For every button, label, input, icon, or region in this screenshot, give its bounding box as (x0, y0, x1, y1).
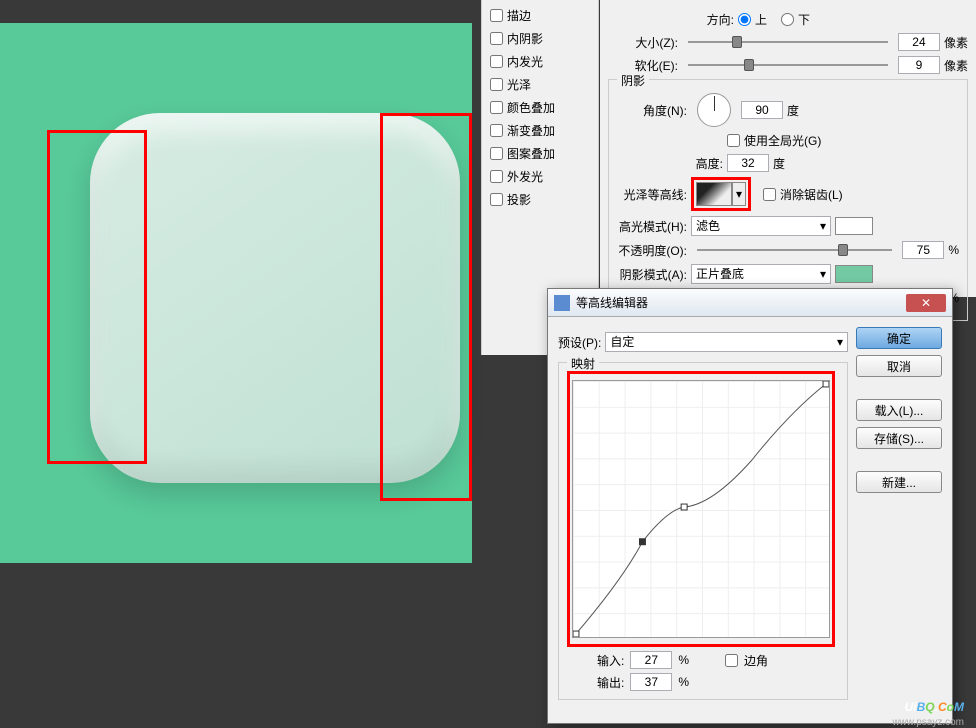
annotation-right (380, 113, 472, 501)
direction-up-radio[interactable] (738, 13, 751, 26)
angle-label: 角度(N): (617, 102, 687, 119)
deg-label: 度 (787, 102, 799, 119)
altitude-label: 高度: (673, 155, 723, 172)
deg-label: 度 (773, 155, 785, 172)
pct-label: % (948, 243, 959, 257)
contour-editor-dialog: 等高线编辑器 ✕ 预设(P): 自定 映射 (547, 288, 953, 724)
checkbox[interactable] (490, 32, 503, 45)
label: 颜色叠加 (507, 99, 555, 116)
highlight-mode-label: 高光模式(H): (617, 218, 687, 235)
size-value[interactable]: 24 (898, 33, 940, 51)
mapping-fieldset: 映射 输入: 27 (558, 362, 848, 700)
label: 描边 (507, 7, 531, 24)
soften-label: 软化(E): (608, 57, 678, 74)
label: 渐变叠加 (507, 122, 555, 139)
pct-label: % (678, 653, 689, 667)
global-light-checkbox[interactable] (727, 134, 740, 147)
highlight-color-swatch[interactable] (835, 217, 873, 235)
highlight-mode-select[interactable]: 滤色 (691, 216, 831, 236)
label: 内阴影 (507, 30, 543, 47)
soften-value[interactable]: 9 (898, 56, 940, 74)
h-opacity-value[interactable]: 75 (902, 241, 944, 259)
h-opacity-slider[interactable] (697, 242, 892, 258)
checkbox[interactable] (490, 170, 503, 183)
antialias-checkbox[interactable] (763, 188, 776, 201)
effect-drop-shadow[interactable]: 投影 (488, 188, 592, 211)
preset-label: 预设(P): (558, 334, 601, 351)
shadow-fieldset: 阴影 角度(N): 90 度 使用全局光(G) 高度: 32 度 光泽等高线: … (608, 79, 968, 321)
soften-slider[interactable] (688, 57, 888, 73)
output-label: 输出: (597, 674, 624, 691)
pct-label: % (678, 675, 689, 689)
effect-pattern-overlay[interactable]: 图案叠加 (488, 142, 592, 165)
h-opacity-label: 不透明度(O): (617, 242, 687, 259)
px-label: 像素 (944, 34, 968, 51)
angle-dial[interactable] (697, 93, 731, 127)
corner-checkbox[interactable] (725, 654, 738, 667)
dialog-titlebar[interactable]: 等高线编辑器 ✕ (548, 289, 952, 317)
mapping-label: 映射 (567, 355, 599, 372)
label: 外发光 (507, 168, 543, 185)
direction-down-radio[interactable] (781, 13, 794, 26)
shadow-group-label: 阴影 (617, 72, 649, 89)
effect-color-overlay[interactable]: 颜色叠加 (488, 96, 592, 119)
label: 投影 (507, 191, 531, 208)
load-button[interactable]: 载入(L)... (856, 399, 942, 421)
up-label: 上 (755, 11, 767, 28)
cancel-button[interactable]: 取消 (856, 355, 942, 377)
app-icon (554, 295, 570, 311)
effect-inner-glow[interactable]: 内发光 (488, 50, 592, 73)
angle-value[interactable]: 90 (741, 101, 783, 119)
size-label: 大小(Z): (608, 34, 678, 51)
preset-select[interactable]: 自定 (605, 332, 848, 352)
new-button[interactable]: 新建... (856, 471, 942, 493)
output-value[interactable]: 37 (630, 673, 672, 691)
contour-dropdown-arrow[interactable]: ▾ (732, 182, 746, 206)
checkbox[interactable] (490, 193, 503, 206)
shadow-mode-label: 阴影模式(A): (617, 266, 687, 283)
shadow-mode-select[interactable]: 正片叠底 (691, 264, 831, 284)
direction-label: 方向: (664, 11, 734, 28)
annotation-left (47, 130, 147, 464)
altitude-value[interactable]: 32 (727, 154, 769, 172)
effect-outer-glow[interactable]: 外发光 (488, 165, 592, 188)
ok-button[interactable]: 确定 (856, 327, 942, 349)
label: 图案叠加 (507, 145, 555, 162)
checkbox[interactable] (490, 147, 503, 160)
input-value[interactable]: 27 (630, 651, 672, 669)
checkbox[interactable] (490, 9, 503, 22)
effect-satin[interactable]: 光泽 (488, 73, 592, 96)
corner-label: 边角 (744, 652, 768, 669)
effect-stroke[interactable]: 描边 (488, 4, 592, 27)
canvas-area (0, 23, 472, 563)
antialias-label: 消除锯齿(L) (780, 186, 843, 203)
watermark: UiBQ.CoM (905, 695, 964, 716)
label: 光泽 (507, 76, 531, 93)
checkbox[interactable] (490, 101, 503, 114)
curve-editor[interactable] (572, 380, 830, 638)
watermark-url: www.psayz.com (892, 717, 964, 728)
contour-swatch[interactable] (696, 182, 732, 206)
input-label: 输入: (597, 652, 624, 669)
global-light-label: 使用全局光(G) (744, 132, 821, 149)
effect-gradient-overlay[interactable]: 渐变叠加 (488, 119, 592, 142)
structure-panel: 方向: 上 下 大小(Z): 24 像素 软化(E): 9 像素 阴影 角度(N… (600, 0, 976, 297)
size-slider[interactable] (688, 34, 888, 50)
label: 内发光 (507, 53, 543, 70)
checkbox[interactable] (490, 55, 503, 68)
save-button[interactable]: 存储(S)... (856, 427, 942, 449)
down-label: 下 (798, 11, 810, 28)
shadow-color-swatch[interactable] (835, 265, 873, 283)
close-button[interactable]: ✕ (906, 294, 946, 312)
checkbox[interactable] (490, 124, 503, 137)
px-label: 像素 (944, 57, 968, 74)
effect-inner-shadow[interactable]: 内阴影 (488, 27, 592, 50)
dialog-title: 等高线编辑器 (576, 294, 648, 311)
curve-path (573, 381, 829, 637)
checkbox[interactable] (490, 78, 503, 91)
gloss-contour-label: 光泽等高线: (617, 186, 687, 203)
